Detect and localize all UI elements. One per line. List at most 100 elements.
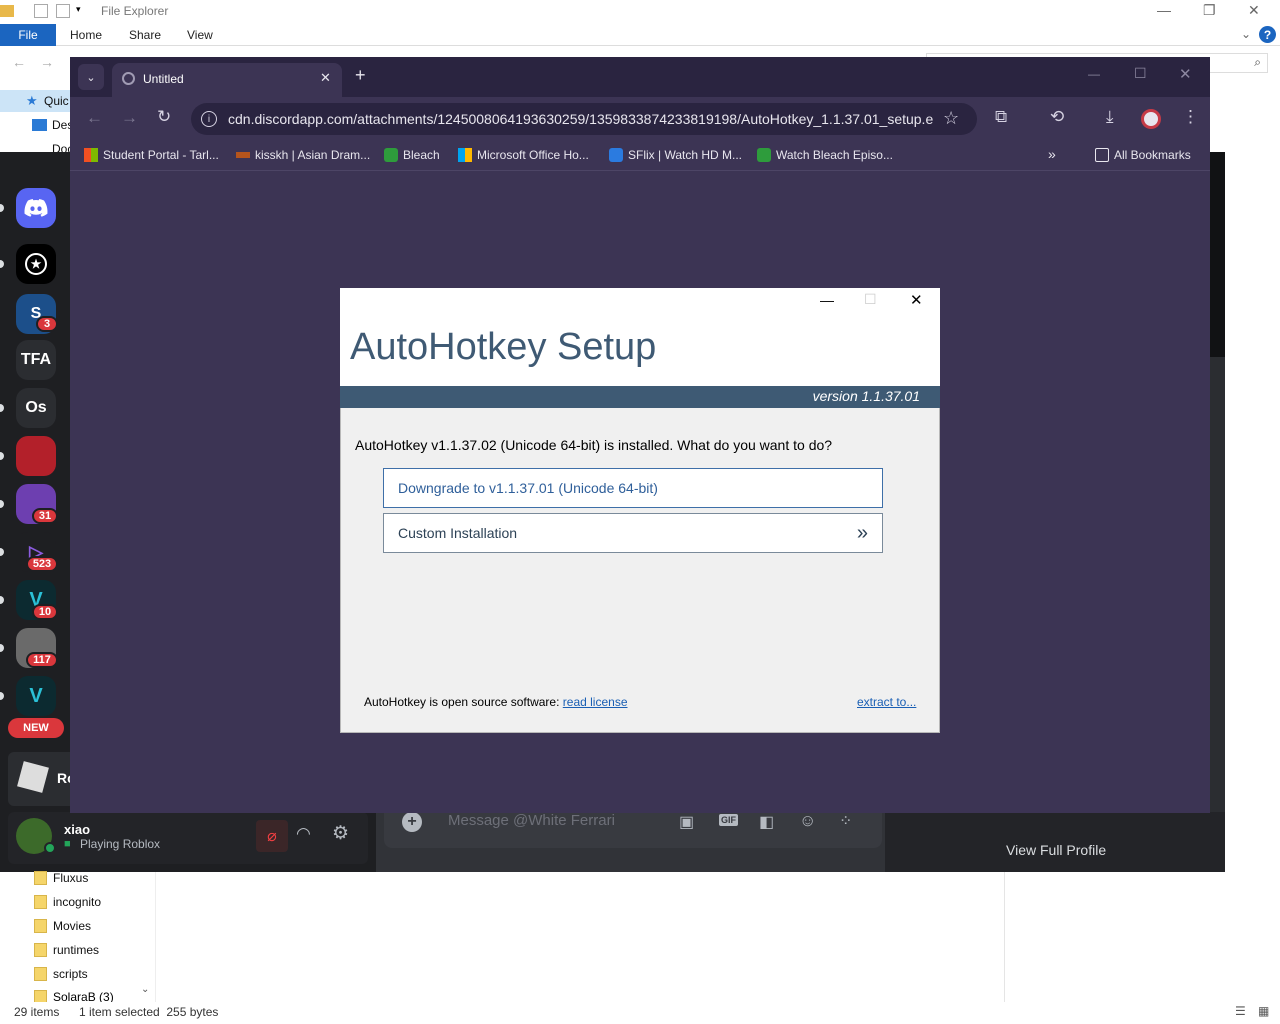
tab-home[interactable]: Home	[70, 28, 102, 42]
gift-icon[interactable]: ▣	[679, 812, 694, 832]
server-os-icon[interactable]: Os	[16, 388, 56, 428]
bookmark-item[interactable]: Microsoft Office Ho...	[458, 148, 589, 162]
tab-search-button[interactable]: ⌄	[78, 64, 104, 90]
star-icon: ★	[26, 93, 38, 108]
message-placeholder: Message @White Ferrari	[448, 812, 615, 829]
address-bar[interactable]: i cdn.discordapp.com/attachments/1245008…	[191, 103, 977, 135]
ribbon-expand-icon[interactable]: ⌄	[1241, 27, 1251, 41]
scroll-down-icon[interactable]: ⌄	[141, 984, 149, 995]
mute-button[interactable]: ⌀	[256, 820, 288, 852]
bookmark-label: kisskh | Asian Dram...	[255, 148, 371, 162]
close-button[interactable]: ✕	[1248, 2, 1260, 19]
new-folder-icon[interactable]	[56, 4, 70, 18]
tab-view[interactable]: View	[187, 28, 213, 42]
minimize-button[interactable]: —	[1088, 67, 1100, 81]
bookmark-item[interactable]: Student Portal - Tarl...	[84, 148, 219, 162]
roblox-icon	[17, 761, 49, 793]
maximize-button: ☐	[864, 291, 877, 307]
server-avatar-icon[interactable]	[16, 436, 56, 476]
help-icon[interactable]: ?	[1259, 26, 1276, 43]
downgrade-button[interactable]: Downgrade to v1.1.37.01 (Unicode 64-bit)	[383, 468, 883, 508]
tab-untitled[interactable]: Untitled ✕	[112, 63, 342, 97]
more-bookmarks-icon[interactable]: »	[1048, 146, 1056, 162]
gear-icon[interactable]: ⚙	[332, 822, 349, 845]
back-icon[interactable]: ←	[12, 54, 26, 70]
forward-icon[interactable]: →	[40, 54, 54, 70]
bookmark-item[interactable]: kisskh | Asian Dram...	[236, 148, 370, 162]
large-icons-view-icon[interactable]: ▦	[1258, 1004, 1269, 1018]
url-text[interactable]: cdn.discordapp.com/attachments/124500806…	[228, 111, 934, 127]
discord-profile-panel	[1210, 357, 1225, 812]
emoji-icon[interactable]: ☺	[799, 811, 816, 831]
extract-to-link[interactable]: extract to...	[857, 695, 916, 709]
mention-badge: 117	[26, 652, 58, 668]
setup-title: AutoHotkey Setup	[350, 326, 657, 368]
server-tfa-icon[interactable]: TFA	[16, 340, 56, 380]
window-title: File Explorer	[101, 4, 169, 18]
microsoft-icon	[458, 148, 472, 162]
minimize-button[interactable]: —	[1157, 2, 1171, 18]
all-bookmarks-label: All Bookmarks	[1114, 148, 1191, 162]
all-bookmarks-folder[interactable]: All Bookmarks	[1095, 148, 1191, 162]
download-icon[interactable]: ⤓	[1106, 107, 1114, 127]
new-badge[interactable]: NEW	[8, 718, 64, 738]
sticker-icon[interactable]: ◧	[759, 812, 774, 832]
folder-icon	[34, 967, 47, 981]
maximize-button[interactable]: ☐	[1134, 65, 1147, 82]
folder-item[interactable]: Movies	[34, 919, 91, 933]
bookmark-label: Student Portal - Tarl...	[103, 148, 219, 162]
bookmark-label: Watch Bleach Episo...	[776, 148, 893, 162]
folder-item[interactable]: runtimes	[34, 943, 99, 957]
menu-icon[interactable]: ⋮	[1182, 107, 1199, 127]
restore-button[interactable]: ❐	[1203, 2, 1216, 19]
folder-label: Movies	[53, 919, 92, 933]
details-view-icon[interactable]: ☰	[1235, 1004, 1246, 1018]
version-banner: version 1.1.37.01	[340, 386, 940, 408]
view-full-profile-link[interactable]: View Full Profile	[1006, 842, 1106, 858]
back-icon[interactable]: ←	[86, 108, 103, 128]
custom-installation-button[interactable]: Custom Installation »	[383, 513, 883, 553]
tab-share[interactable]: Share	[129, 28, 161, 42]
headphones-icon[interactable]: ◠	[296, 824, 311, 844]
qat-dropdown-icon[interactable]: ▾	[76, 4, 81, 15]
kisskh-icon	[236, 152, 250, 158]
reload-icon[interactable]: ↻	[157, 107, 171, 127]
tab-file[interactable]: File	[0, 24, 56, 46]
bookmark-item[interactable]: Bleach	[384, 148, 440, 162]
new-tab-button[interactable]: +	[355, 65, 366, 86]
quick-access-label[interactable]: Quic	[44, 94, 69, 108]
setup-question: AutoHotkey v1.1.37.02 (Unicode 64-bit) i…	[355, 437, 833, 453]
bookmark-item[interactable]: Watch Bleach Episo...	[757, 148, 893, 162]
gif-icon[interactable]: GIF	[719, 814, 738, 826]
server-v2-icon[interactable]: V	[16, 676, 56, 716]
add-attachment-icon[interactable]: +	[402, 812, 422, 832]
properties-icon[interactable]	[34, 4, 48, 18]
bookmark-item[interactable]: SFlix | Watch HD M...	[609, 148, 742, 162]
folder-item[interactable]: incognito	[34, 895, 101, 909]
minimize-button[interactable]: —	[820, 292, 834, 308]
server-star-icon[interactable]: ★	[16, 244, 56, 284]
nav-pane: ★ Quic Des Doc	[0, 90, 73, 156]
apps-icon[interactable]: ⁘	[839, 811, 852, 831]
discord-home-icon[interactable]	[16, 188, 56, 228]
gamepad-icon: ■	[64, 838, 71, 850]
close-button[interactable]: ✕	[910, 291, 923, 309]
read-license-link[interactable]: read license	[563, 695, 628, 709]
folder-icon	[1095, 148, 1109, 162]
server-tfa-label: TFA	[20, 351, 52, 368]
folder-item[interactable]: Fluxus	[34, 871, 88, 885]
site-info-icon[interactable]: i	[201, 111, 217, 127]
tab-close-icon[interactable]: ✕	[320, 70, 331, 86]
forward-icon[interactable]: →	[121, 108, 138, 128]
bookmark-star-icon[interactable]: ☆	[943, 108, 959, 129]
close-button[interactable]: ✕	[1179, 65, 1192, 83]
folder-item[interactable]: SolaraB (3)	[34, 990, 114, 1002]
mention-badge: 31	[32, 508, 58, 524]
extensions-icon[interactable]: ⧉	[995, 107, 1007, 127]
history-icon[interactable]: ⟲	[1050, 107, 1064, 127]
mention-badge: 10	[32, 604, 58, 620]
profile-avatar[interactable]	[1141, 109, 1161, 129]
tab-title: Untitled	[143, 72, 184, 86]
folder-label: SolaraB (3)	[53, 990, 114, 1002]
folder-item[interactable]: scripts	[34, 967, 88, 981]
